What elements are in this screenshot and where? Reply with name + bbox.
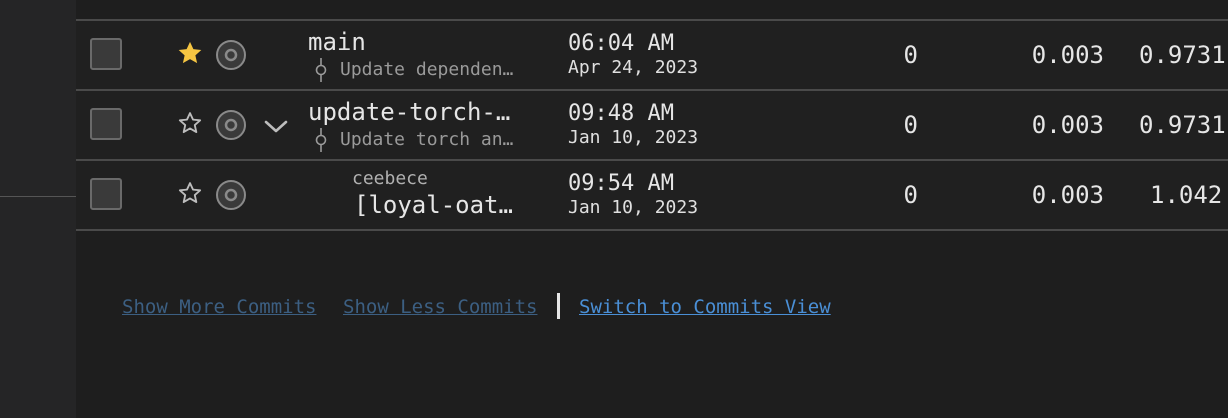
commit-hash: ceebece [352, 168, 428, 189]
commit-summary: Update dependen… [314, 58, 534, 82]
link-separator [557, 293, 560, 319]
metric-value-2: 0.003 [1031, 111, 1104, 139]
star-outline-icon[interactable] [176, 179, 204, 207]
left-panel [0, 0, 76, 418]
commit-icon [315, 58, 327, 82]
row-select-checkbox[interactable] [90, 38, 122, 70]
metric-value-1: 0 [903, 41, 918, 69]
run-date: Apr 24, 2023 [568, 57, 699, 78]
left-divider [0, 196, 76, 197]
table-header-area [76, 0, 1228, 19]
row-select-checkbox[interactable] [90, 108, 122, 140]
row-divider [76, 229, 1228, 231]
chevron-down-icon[interactable] [262, 116, 290, 136]
show-less-commits-link[interactable]: Show Less Commits [343, 292, 537, 322]
commit-message: Update dependen… [340, 59, 514, 80]
commit-summary: Update torch an… [314, 128, 534, 152]
run-time: 09:48 AM [568, 101, 674, 126]
metric-value-3: 1.042 [1150, 181, 1223, 209]
run-name[interactable]: [loyal-oat… [354, 190, 534, 220]
run-date: Jan 10, 2023 [568, 127, 699, 148]
run-time: 09:54 AM [568, 171, 674, 196]
run-date: Jan 10, 2023 [568, 197, 699, 218]
runs-table: main Update dependen… 06:04 AM Apr 24, 2… [76, 0, 1228, 418]
row-select-checkbox[interactable] [90, 178, 122, 210]
commit-message: Update torch an… [340, 129, 514, 150]
metric-value-2: 0.003 [1031, 41, 1104, 69]
table-row-update-torch[interactable]: update-torch-… Update torch an… 09:48 AM… [76, 91, 1228, 159]
table-row-ceebece[interactable]: ceebece [loyal-oat… 09:54 AM Jan 10, 202… [76, 161, 1228, 229]
target-icon[interactable] [215, 39, 247, 71]
metric-value-1: 0 [903, 111, 918, 139]
metric-value-3: 0.9731 [1139, 41, 1226, 69]
switch-to-commits-view-link[interactable]: Switch to Commits View [579, 292, 831, 322]
branch-name[interactable]: main [308, 28, 536, 56]
branch-name[interactable]: update-torch-… [308, 98, 536, 126]
run-time: 06:04 AM [568, 31, 674, 56]
star-filled-icon[interactable] [176, 39, 204, 67]
table-row-main[interactable]: main Update dependen… 06:04 AM Apr 24, 2… [76, 21, 1228, 89]
metric-value-3: 0.9731 [1139, 111, 1226, 139]
page: main Update dependen… 06:04 AM Apr 24, 2… [0, 0, 1228, 418]
commit-icon [315, 128, 327, 152]
star-outline-icon[interactable] [176, 109, 204, 137]
target-icon[interactable] [215, 179, 247, 211]
metric-value-1: 0 [903, 181, 918, 209]
show-more-commits-link[interactable]: Show More Commits [122, 292, 316, 322]
metric-value-2: 0.003 [1031, 181, 1104, 209]
target-icon[interactable] [215, 109, 247, 141]
